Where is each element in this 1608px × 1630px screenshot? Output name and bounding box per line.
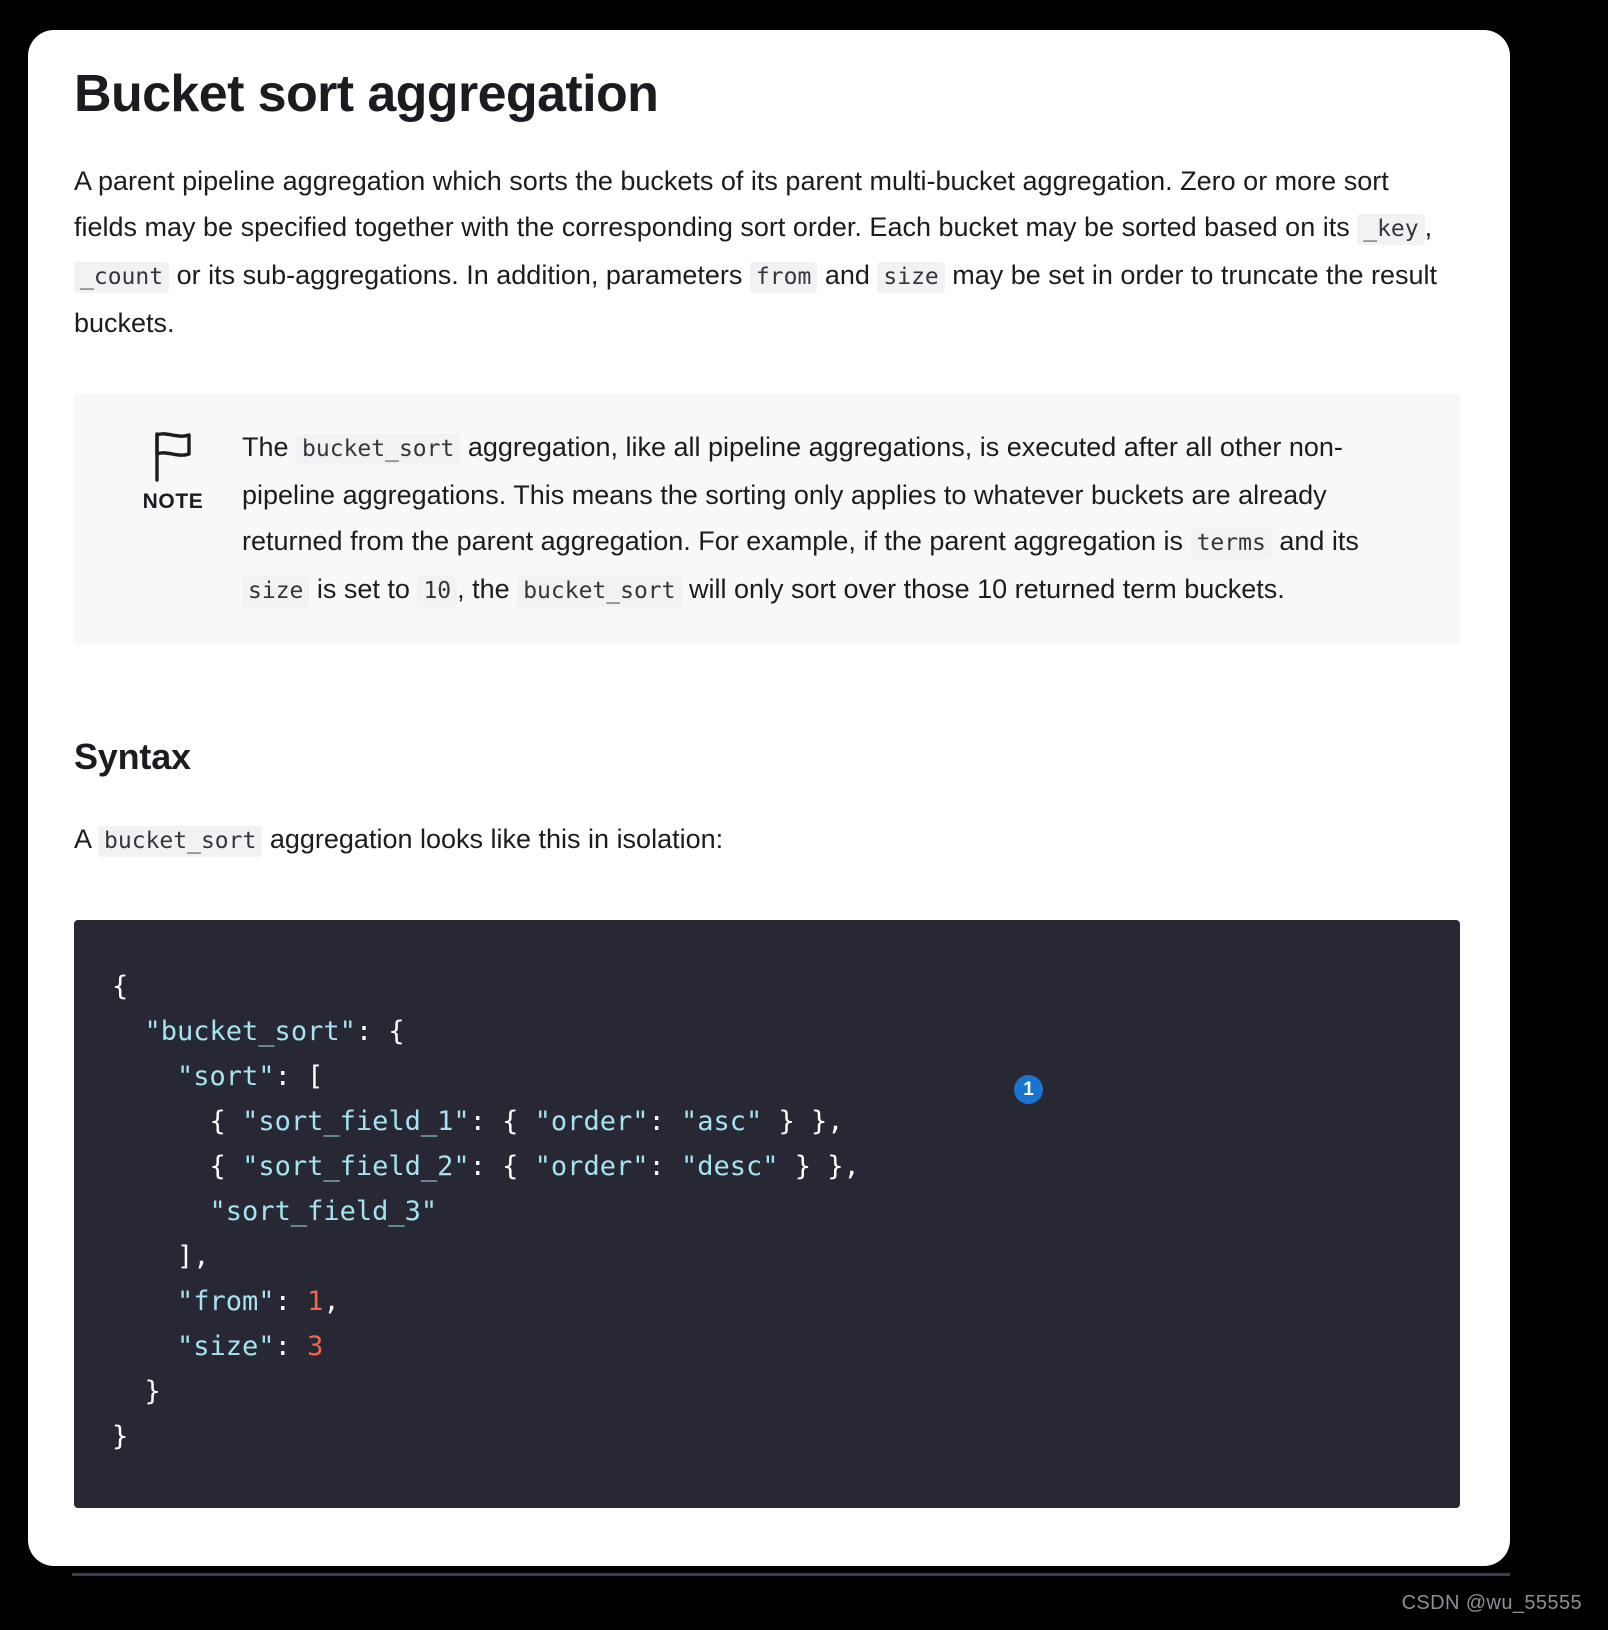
inline-code-ten: 10 [417,576,458,608]
note-body: The bucket_sort aggregation, like all pi… [242,422,1420,614]
bottom-divider [72,1573,1510,1576]
code-line: } [112,1421,129,1453]
inline-code-bucket-sort-1: bucket_sort [296,434,461,466]
code-line: { "sort_field_1": { "order": "asc" } }, [209,1106,844,1138]
note-text-4: is set to [309,574,418,605]
intro-text-2: , [1424,212,1433,243]
page-title: Bucket sort aggregation [74,65,659,123]
code-block-syntax[interactable]: { "bucket_sort": { "sort": [ { "sort_fie… [74,920,1460,1509]
section-heading-syntax: Syntax [74,736,191,778]
intro-paragraph: A parent pipeline aggregation which sort… [74,158,1454,346]
watermark-text: CSDN @wu_55555 [1401,1592,1582,1614]
note-text-6: will only sort over those 10 returned te… [681,574,1285,605]
code-line: "sort_field_3" [209,1196,438,1228]
code-line: "bucket_sort": { [144,1016,405,1048]
code-line: "size": 3 [177,1331,324,1363]
code-line: } [144,1376,161,1408]
note-label: NOTE [142,490,204,514]
note-text-5: , the [457,574,518,605]
code-line: "from": 1, [177,1286,340,1318]
code-line: ], [177,1241,210,1273]
inline-code-bucket-sort-2: bucket_sort [517,576,682,608]
code-line: "sort": [ [177,1061,324,1093]
document-content: Bucket sort aggregation A parent pipelin… [28,30,1510,1509]
syntax-lead-text-2: aggregation looks like this in isolation… [262,824,724,855]
inline-code-from: from [749,262,818,294]
note-marker: NOTE [104,422,242,514]
inline-code-terms: terms [1190,528,1272,560]
code-line: { [112,971,129,1003]
syntax-lead-text-1: A [74,824,99,855]
inline-code-size: size [877,262,945,294]
inline-code-key: _key [1357,214,1425,246]
note-admonition: NOTE The bucket_sort aggregation, like a… [74,394,1460,645]
inline-code-bucket-sort-3: bucket_sort [98,826,263,858]
note-text-3: and its [1271,526,1359,557]
document-card: Bucket sort aggregation A parent pipelin… [28,30,1510,1566]
intro-text-3: or its sub-aggregations. In addition, pa… [169,260,750,291]
inline-code-count: _count [74,262,170,294]
intro-text-4: and [817,260,878,291]
intro-text-1: A parent pipeline aggregation which sort… [74,166,1389,243]
note-text-1: The [242,432,297,463]
flag-icon [150,430,196,483]
code-line: { "sort_field_2": { "order": "desc" } }, [209,1151,860,1183]
syntax-lead-paragraph: A bucket_sort aggregation looks like thi… [74,816,1454,864]
inline-code-size-2: size [242,576,310,608]
code-block-content: { "bucket_sort": { "sort": [ { "sort_fie… [74,964,1460,1459]
